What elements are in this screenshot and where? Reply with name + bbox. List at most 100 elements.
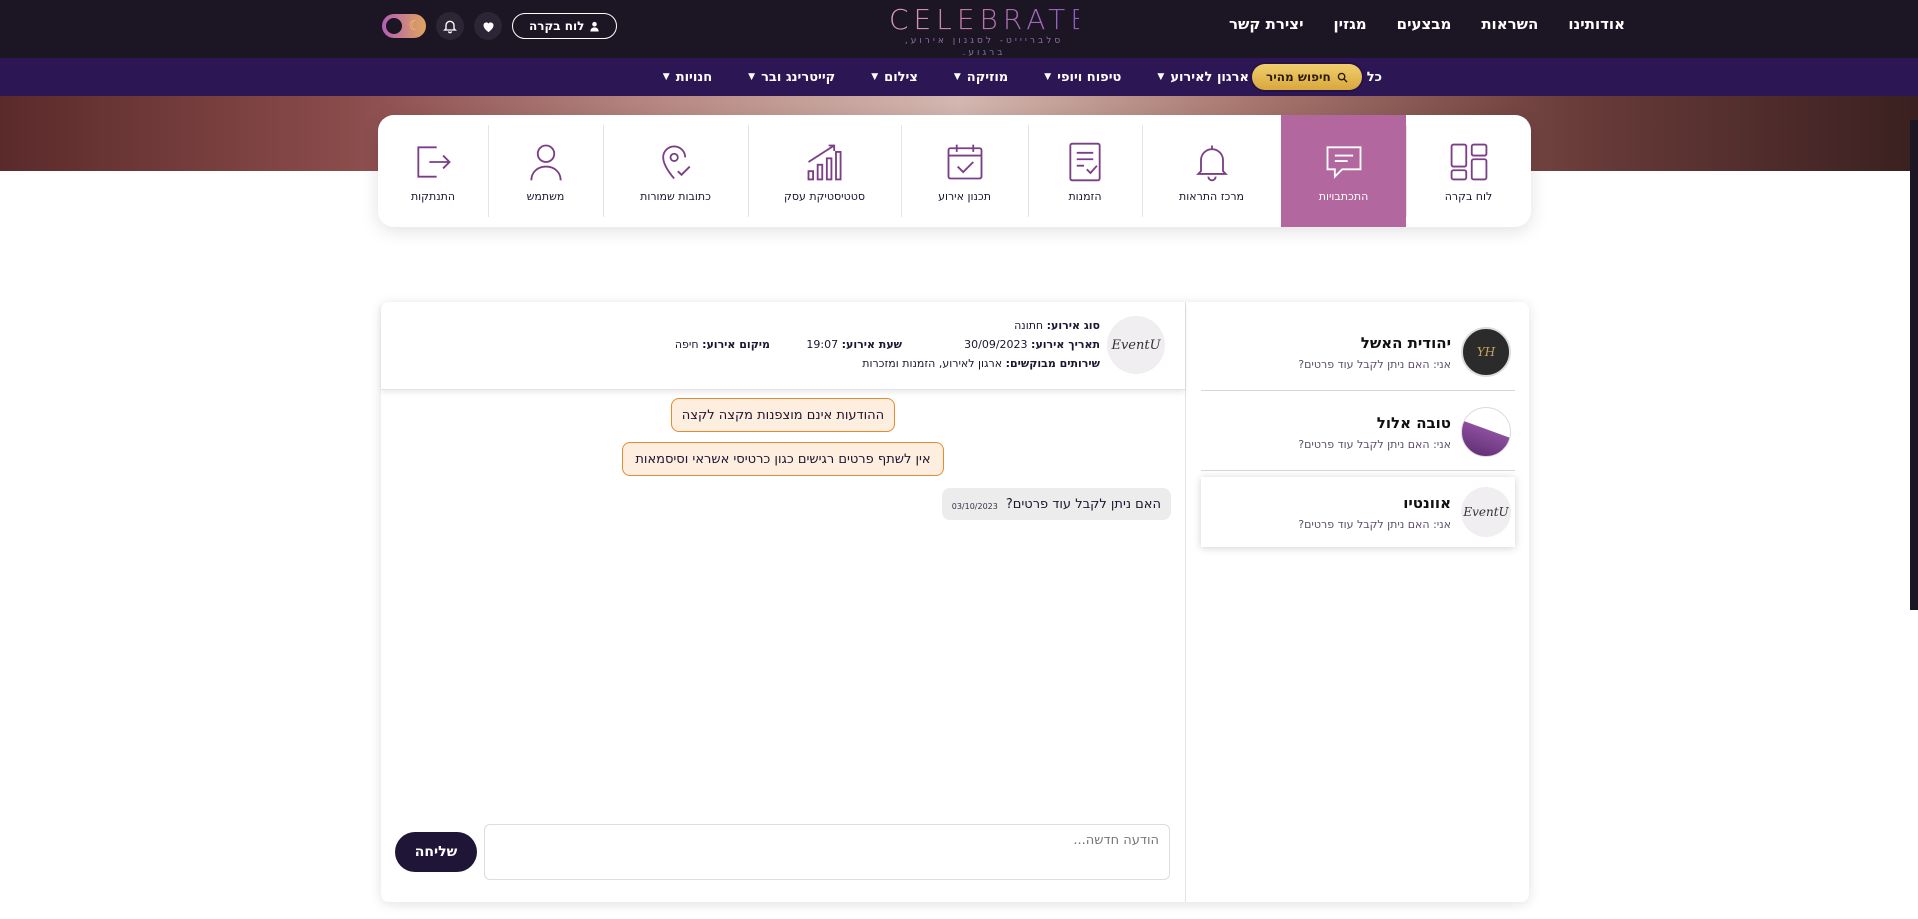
- caret-down-icon: ▼: [953, 72, 961, 82]
- dash-item-label: התכתבויות: [1318, 189, 1369, 203]
- dash-item-label: תכנון אירוע: [938, 189, 991, 203]
- dash-item-orders[interactable]: הזמנות: [1028, 115, 1142, 227]
- avatar: EventU: [1461, 487, 1511, 537]
- category-photography[interactable]: צילום ▼: [871, 70, 918, 85]
- category-label: חנויות: [675, 69, 713, 85]
- conversation-name: יהודית האשל: [1360, 333, 1451, 352]
- dash-item-label: מרכז התראות: [1179, 189, 1245, 203]
- dashboard-button-label: לוח בקרה: [529, 19, 585, 33]
- nav-magazine[interactable]: מגזין: [1334, 15, 1367, 33]
- location-icon: [661, 145, 690, 179]
- category-label: טיפוח ויופי: [1057, 69, 1122, 85]
- caret-down-icon: ▼: [748, 72, 756, 82]
- event-date-label: תאריך אירוע:: [1031, 338, 1100, 351]
- main-nav: אודותינו השראות מבצעים מגזין יצירת קשר: [1229, 0, 1625, 48]
- conversation-preview: אני: האם ניתן לקבל עוד פרטים?: [1298, 437, 1451, 451]
- conversation-name: אוונטיו: [1403, 493, 1451, 512]
- requested-services: שירותים מבוקשים: ארגון לאירוע, הזמנות ומ…: [862, 357, 1100, 370]
- notifications-button[interactable]: [436, 12, 464, 40]
- page-scrollbar[interactable]: [1910, 120, 1918, 610]
- event-type-value: חתונה: [1014, 319, 1044, 332]
- category-beauty[interactable]: טיפוח ויופי ▼: [1044, 70, 1121, 85]
- message-bubble: האם ניתן לקבל עוד פרטים? 03/10/2023: [941, 488, 1171, 520]
- message-thread: EventU סוג אירוע: חתונה תאריך אירוע: 30/…: [381, 302, 1185, 902]
- nav-deals[interactable]: מבצעים: [1397, 15, 1452, 33]
- avatar: YH: [1461, 327, 1511, 377]
- conversation-item-selected[interactable]: EventU אוונטיו אני: האם ניתן לקבל עוד פר…: [1201, 477, 1515, 547]
- logo-wordmark: CELEBRATE: [889, 3, 1093, 36]
- top-actions: ☾ לוח בקרה: [382, 12, 618, 40]
- category-music[interactable]: מוזיקה ▼: [954, 70, 1008, 85]
- category-event-planning[interactable]: ארגון לאירוע ▼: [1157, 70, 1249, 85]
- dashboard-icon: [1450, 143, 1487, 180]
- dash-item-label: משתמש: [526, 189, 565, 203]
- conversation-name: טובה אלול: [1376, 413, 1451, 432]
- nav-contact[interactable]: יצירת קשר: [1229, 15, 1304, 33]
- calendar-icon: [947, 144, 982, 179]
- dash-item-user[interactable]: משתמש: [488, 115, 603, 227]
- toggle-knob: [386, 18, 402, 34]
- send-button[interactable]: שליחה: [395, 832, 477, 872]
- dash-item-label: התנתקות: [410, 189, 456, 203]
- conversation-text: אוונטיו אני: האם ניתן לקבל עוד פרטים?: [1298, 494, 1451, 531]
- category-label: קייטרינג ובר: [761, 69, 836, 85]
- event-time-label: שעת אירוע:: [841, 338, 902, 351]
- orders-icon: [1069, 142, 1101, 181]
- nav-about[interactable]: אודותינו: [1568, 15, 1625, 33]
- event-time-value: 19:07: [806, 338, 839, 351]
- heart-icon: [483, 21, 493, 32]
- category-stores[interactable]: חנויות ▼: [663, 70, 712, 85]
- avatar-monogram: YH: [1476, 345, 1496, 359]
- category-label: ארגון לאירוע: [1170, 69, 1249, 85]
- event-type: סוג אירוע: חתונה: [1014, 319, 1100, 332]
- theme-toggle[interactable]: ☾: [382, 14, 426, 38]
- site-logo[interactable]: CELEBRATE סלבריייט- לסגנון אירוע, ברגוע.: [889, 3, 1093, 59]
- dash-item-saved-addresses[interactable]: כתובות שמורות: [603, 115, 748, 227]
- moon-icon: ☾: [408, 18, 421, 34]
- event-date-value: 30/09/2023: [964, 338, 1028, 351]
- dashboard-nav: לוח בקרה התכתבויות מרכז התראות הזמנות תכ…: [378, 115, 1531, 227]
- category-bar: כל נותני השירות ארגון לאירוע ▼ טיפוח ויו…: [0, 58, 1918, 96]
- services-label: שירותים מבוקשים:: [1005, 357, 1100, 370]
- user-icon: [529, 144, 562, 180]
- conversation-preview: אני: האם ניתן לקבל עוד פרטים?: [1298, 517, 1451, 531]
- divider: [1201, 390, 1515, 391]
- category-catering[interactable]: קייטרינג ובר ▼: [748, 70, 835, 85]
- nav-inspiration[interactable]: השראות: [1481, 15, 1538, 33]
- event-type-label: סוג אירוע:: [1046, 319, 1100, 332]
- thread-header: EventU סוג אירוע: חתונה תאריך אירוע: 30/…: [381, 302, 1185, 390]
- dash-item-dashboard[interactable]: לוח בקרה: [1406, 115, 1531, 227]
- conversation-text: טובה אלול אני: האם ניתן לקבל עוד פרטים?: [1298, 414, 1451, 451]
- avatar-logo: EventU: [1111, 337, 1161, 353]
- top-bar: אודותינו השראות מבצעים מגזין יצירת קשר C…: [0, 0, 1918, 58]
- dash-item-business-stats[interactable]: סטטיסטיקת עסק: [748, 115, 901, 227]
- avatar-logo: EventU: [1463, 505, 1509, 519]
- conversation-item[interactable]: YH יהודית האשל אני: האם ניתן לקבל עוד פר…: [1201, 317, 1515, 391]
- quick-search-button[interactable]: חיפוש מהיר: [1252, 64, 1362, 90]
- dashboard-button[interactable]: לוח בקרה: [512, 13, 618, 39]
- compose-box: [484, 824, 1170, 880]
- new-message-input[interactable]: [485, 825, 1169, 879]
- category-label: צילום: [884, 69, 918, 85]
- favorites-button[interactable]: [474, 12, 502, 40]
- logo-tagline: סלבריייט- לסגנון אירוע, ברגוע.: [904, 36, 1064, 58]
- event-time: שעת אירוע: 19:07: [806, 338, 902, 351]
- bell-icon: [443, 20, 457, 34]
- dash-item-event-planning[interactable]: תכנון אירוע: [901, 115, 1028, 227]
- event-location: מיקום אירוע: חיפה: [675, 338, 770, 351]
- message-date: 03/10/2023: [951, 501, 998, 511]
- chat-panel: YH יהודית האשל אני: האם ניתן לקבל עוד פר…: [381, 302, 1529, 902]
- dash-item-notifications[interactable]: מרכז התראות: [1142, 115, 1281, 227]
- dash-item-label: כתובות שמורות: [640, 189, 711, 203]
- privacy-notice: אין לשתף פרטים רגישים כגון כרטיסי אשראי …: [622, 442, 944, 476]
- divider: [1201, 470, 1515, 471]
- caret-down-icon: ▼: [662, 72, 670, 82]
- conversation-text: יהודית האשל אני: האם ניתן לקבל עוד פרטים…: [1298, 334, 1451, 371]
- caret-down-icon: ▼: [1044, 72, 1052, 82]
- bell-icon: [1195, 145, 1228, 181]
- dash-item-messages[interactable]: התכתבויות: [1281, 115, 1406, 227]
- conversation-item[interactable]: טובה אלול אני: האם ניתן לקבל עוד פרטים?: [1201, 397, 1515, 471]
- caret-down-icon: ▼: [871, 72, 879, 82]
- dash-item-logout[interactable]: התנתקות: [378, 115, 488, 227]
- dash-item-label: לוח בקרה: [1444, 189, 1493, 203]
